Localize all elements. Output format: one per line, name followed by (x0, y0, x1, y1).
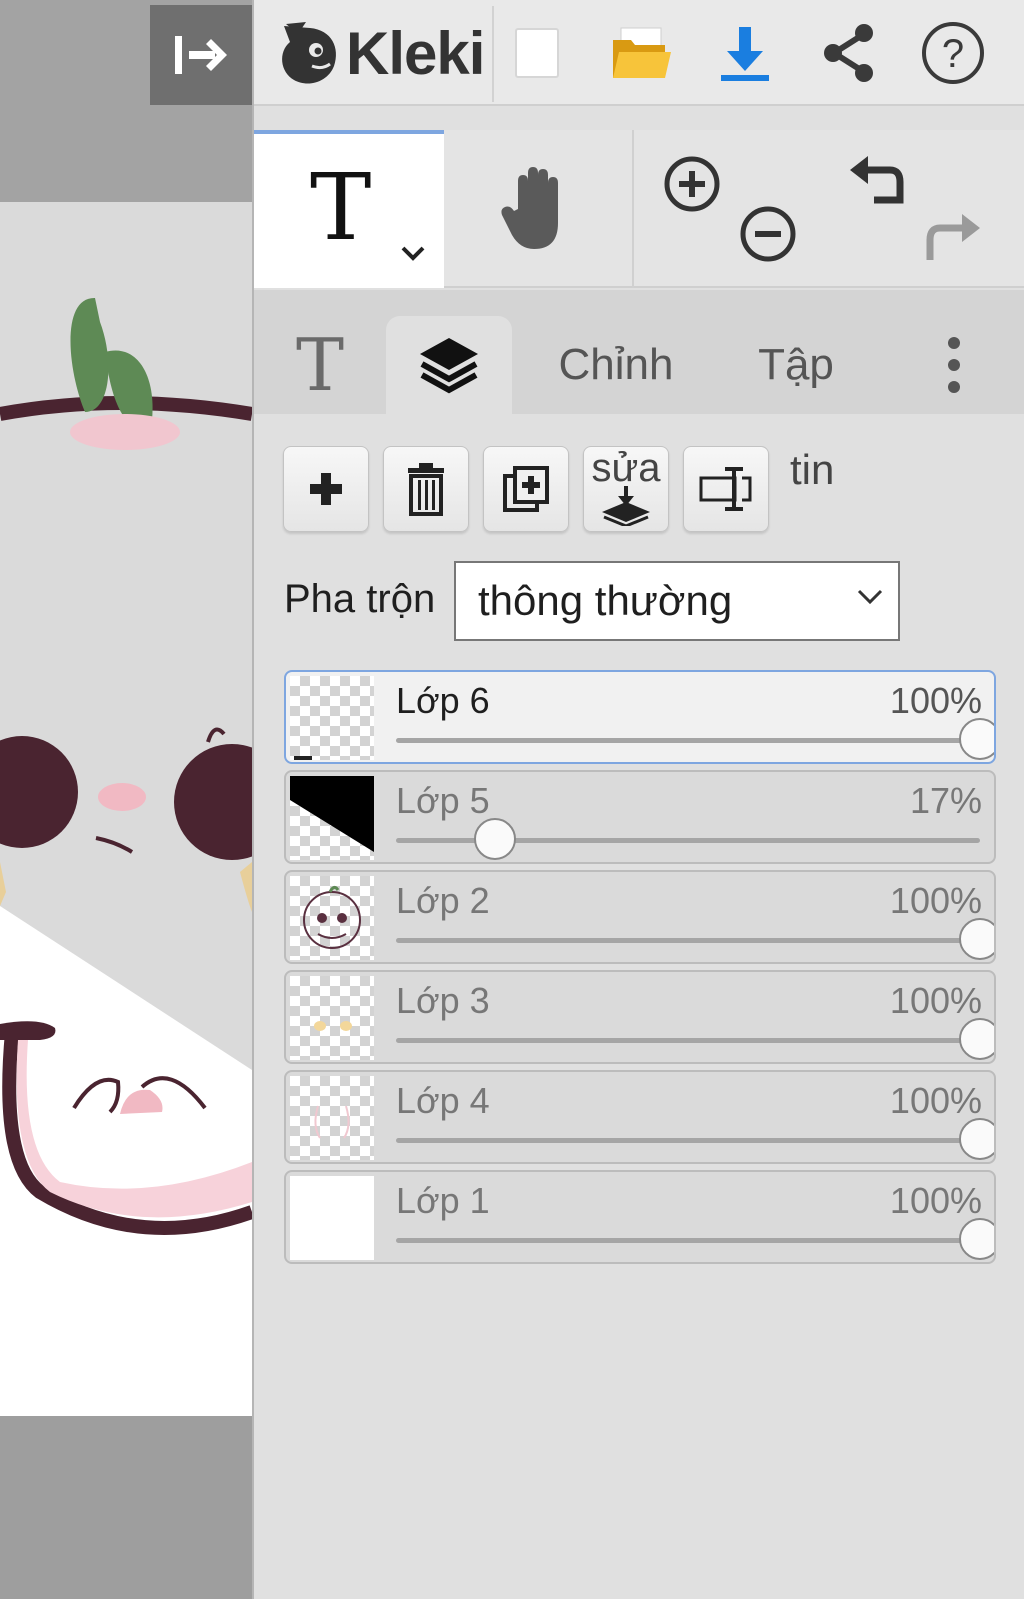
layer-name: Lớp 4 (396, 1080, 490, 1121)
undo-icon[interactable] (846, 152, 908, 214)
chevron-down-icon[interactable] (400, 244, 426, 262)
open-button[interactable] (602, 14, 680, 92)
layer-row[interactable]: Lớp 3 100% (284, 970, 996, 1064)
blend-mode-select[interactable]: thông thường (454, 561, 900, 641)
text-tool-icon: T (310, 154, 372, 261)
slider-knob[interactable] (959, 1118, 994, 1160)
zoom-out-icon[interactable] (738, 204, 798, 264)
layer-name: Lớp 5 (396, 780, 490, 821)
more-tabs-button[interactable] (914, 316, 994, 414)
top-bar: Kleki ? (254, 0, 1024, 106)
blend-mode-label: Pha trộn (284, 577, 436, 621)
layers-icon (420, 338, 478, 394)
layer-name: Lớp 2 (396, 880, 490, 921)
arrow-right-bar-icon (175, 36, 227, 74)
layer-opacity-value: 100% (889, 880, 982, 921)
layer-opacity-value: 100% (889, 1180, 982, 1221)
kleki-mascot-icon (282, 22, 336, 84)
tab-bar: T Chỉnh Tập (254, 290, 1024, 414)
merge-layer-button[interactable]: sửa (583, 446, 669, 532)
rename-layer-button[interactable] (683, 446, 769, 532)
share-icon (824, 24, 873, 82)
share-button[interactable] (810, 14, 888, 92)
trash-icon (408, 463, 444, 516)
layer-row[interactable]: Lớp 1 100% (284, 1170, 996, 1264)
app-name: Kleki (346, 19, 485, 87)
layer-row[interactable]: Lớp 2 100% (284, 870, 996, 964)
duplicate-icon (503, 466, 549, 512)
tool-row: T (254, 130, 1024, 288)
layer-opacity-value: 100% (889, 980, 982, 1021)
collapse-panel-button[interactable] (150, 5, 252, 105)
opacity-slider[interactable] (396, 918, 994, 960)
tab-file-label: Tập (758, 340, 834, 389)
more-vertical-icon (948, 337, 960, 393)
layer-name: Lớp 1 (396, 1180, 490, 1221)
layer-thumbnail (290, 776, 374, 860)
new-image-icon (515, 28, 559, 78)
hand-tool-icon (501, 167, 558, 249)
hand-tool-button[interactable] (444, 130, 632, 288)
zoom-in-icon[interactable] (662, 154, 722, 214)
open-folder-icon (613, 27, 671, 78)
redo-icon[interactable] (922, 204, 984, 266)
layer-opacity-value: 100% (889, 680, 982, 721)
text-tool-button[interactable]: T (254, 130, 444, 288)
layer-thumbnail (290, 976, 374, 1060)
layer-opacity-value: 100% (889, 1080, 982, 1121)
layer-thumbnail (290, 1076, 374, 1160)
blend-mode-value: thông thường (478, 577, 733, 624)
opacity-slider[interactable] (396, 1018, 994, 1060)
divider (492, 6, 494, 102)
layer-thumbnail (290, 676, 374, 760)
layer-opacity-value: 17% (909, 780, 982, 821)
tab-edit-label: Chỉnh (558, 340, 674, 389)
help-button[interactable]: ? (914, 14, 992, 92)
layer-thumbnail (290, 1176, 374, 1260)
divider (632, 130, 634, 288)
layer-info-label: tin (790, 446, 835, 493)
opacity-slider[interactable] (396, 718, 994, 760)
opacity-slider[interactable] (396, 1218, 994, 1260)
opacity-slider[interactable] (396, 818, 980, 860)
tab-file[interactable]: Tập (716, 316, 876, 414)
opacity-slider[interactable] (396, 1118, 994, 1160)
tab-layers[interactable] (386, 316, 512, 414)
slider-knob[interactable] (959, 718, 994, 760)
layer-name: Lớp 3 (396, 980, 490, 1021)
drawing-canvas[interactable] (0, 202, 252, 1416)
text-cursor-icon (699, 467, 752, 511)
merge-layer-label: sửa (591, 446, 661, 490)
layer-name: Lớp 6 (396, 680, 490, 721)
text-tab-icon: T (295, 323, 345, 407)
chevron-down-icon (857, 589, 883, 605)
svg-text:?: ? (942, 32, 964, 76)
slider-knob[interactable] (959, 1218, 994, 1260)
tab-edit[interactable]: Chỉnh (526, 316, 706, 414)
layer-thumbnail (290, 876, 374, 960)
plus-icon (310, 473, 342, 505)
tab-text[interactable]: T (264, 316, 376, 414)
download-icon (721, 27, 769, 81)
duplicate-layer-button[interactable] (483, 446, 569, 532)
slider-knob[interactable] (959, 918, 994, 960)
download-button[interactable] (706, 14, 784, 92)
delete-layer-button[interactable] (383, 446, 469, 532)
slider-knob[interactable] (959, 1018, 994, 1060)
add-layer-button[interactable] (283, 446, 369, 532)
layer-row[interactable]: Lớp 6 100% (284, 670, 996, 764)
slider-knob[interactable] (474, 818, 517, 860)
new-image-button[interactable] (498, 14, 576, 92)
kleki-logo[interactable]: Kleki (276, 16, 485, 90)
help-icon: ? (922, 22, 984, 84)
canvas-area[interactable] (0, 0, 252, 1599)
layer-row[interactable]: Lớp 5 17% (284, 770, 996, 864)
layer-row[interactable]: Lớp 4 100% (284, 1070, 996, 1164)
merge-down-icon (602, 486, 650, 526)
